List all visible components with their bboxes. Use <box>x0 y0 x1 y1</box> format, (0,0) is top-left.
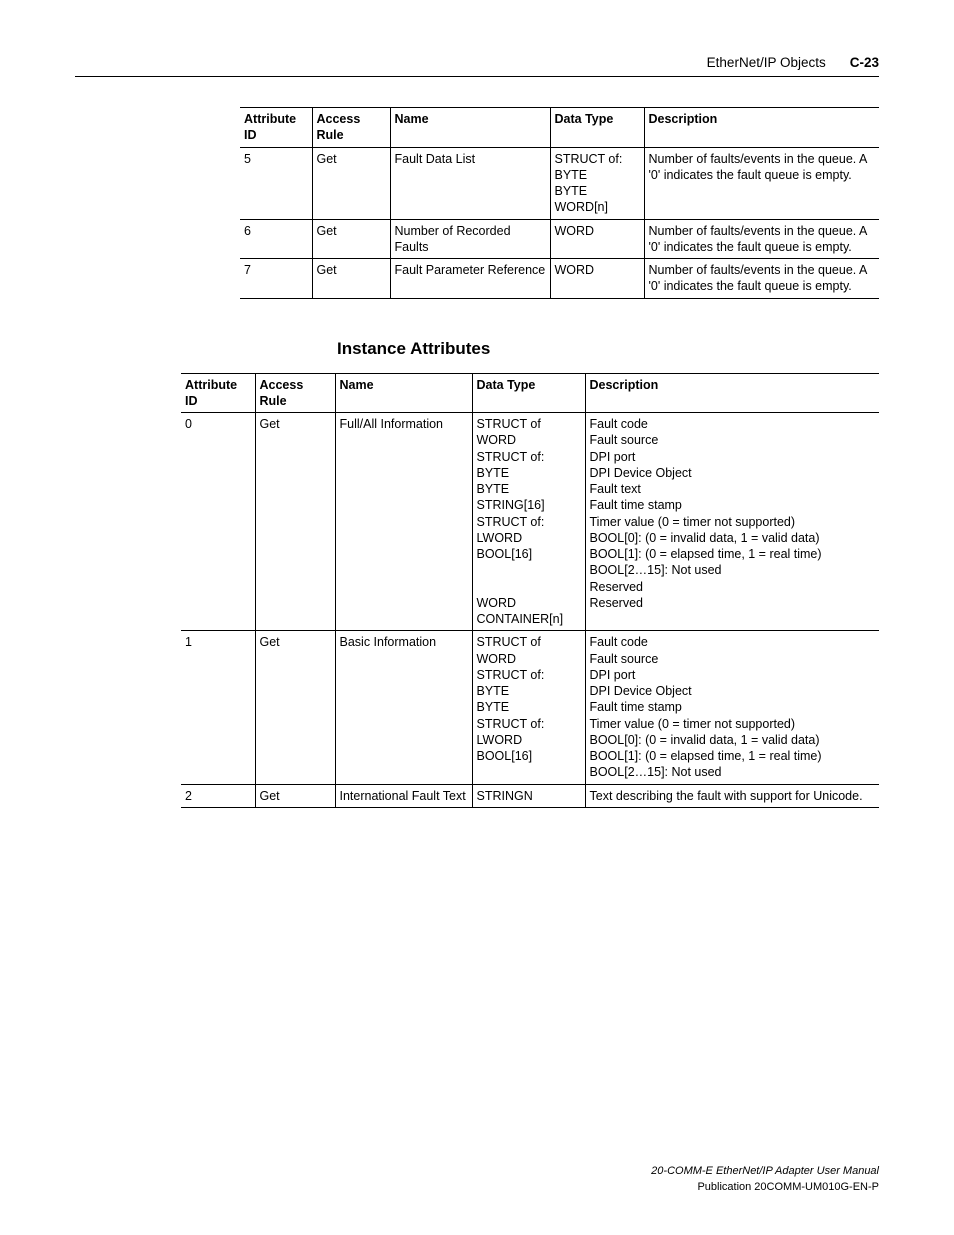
cell-name: Number of Recorded Faults <box>390 219 550 259</box>
table-row: 7 Get Fault Parameter Reference WORD Num… <box>240 259 879 299</box>
col-attr-id: Attribute ID <box>240 108 312 148</box>
cell-data-type: STRINGN <box>472 784 585 807</box>
instance-attributes-table: Attribute ID Access Rule Name Data Type … <box>181 373 879 808</box>
table-row: 6 Get Number of Recorded Faults WORD Num… <box>240 219 879 259</box>
table-header-row: Attribute ID Access Rule Name Data Type … <box>181 373 879 413</box>
cell-attr-id: 1 <box>181 631 255 784</box>
cell-access-rule: Get <box>255 631 335 784</box>
col-attr-id: Attribute ID <box>181 373 255 413</box>
cell-attr-id: 2 <box>181 784 255 807</box>
cell-description: Text describing the fault with support f… <box>585 784 879 807</box>
col-name: Name <box>335 373 472 413</box>
cell-description: Number of faults/events in the queue. A … <box>644 259 879 299</box>
table-row: 0 Get Full/All Information STRUCT of WOR… <box>181 413 879 631</box>
col-access-rule: Access Rule <box>255 373 335 413</box>
header-section-name: EtherNet/IP Objects <box>707 55 826 70</box>
table-row: 5 Get Fault Data List STRUCT of: BYTE BY… <box>240 147 879 219</box>
table-header-row: Attribute ID Access Rule Name Data Type … <box>240 108 879 148</box>
cell-name: Basic Information <box>335 631 472 784</box>
cell-attr-id: 6 <box>240 219 312 259</box>
cell-data-type: STRUCT of: BYTE BYTE WORD[n] <box>550 147 644 219</box>
col-name: Name <box>390 108 550 148</box>
cell-description: Number of faults/events in the queue. A … <box>644 219 879 259</box>
cell-access-rule: Get <box>255 784 335 807</box>
cell-access-rule: Get <box>312 219 390 259</box>
cell-name: Full/All Information <box>335 413 472 631</box>
col-description: Description <box>644 108 879 148</box>
page-header: EtherNet/IP Objects C-23 <box>75 55 879 77</box>
cell-description: Fault code Fault source DPI port DPI Dev… <box>585 413 879 631</box>
cell-data-type: WORD <box>550 219 644 259</box>
cell-data-type: WORD <box>550 259 644 299</box>
table-row: 1 Get Basic Information STRUCT of WORD S… <box>181 631 879 784</box>
footer-manual-title: 20-COMM-E EtherNet/IP Adapter User Manua… <box>651 1164 879 1179</box>
cell-data-type: STRUCT of WORD STRUCT of: BYTE BYTE STRI… <box>472 413 585 631</box>
cell-description: Fault code Fault source DPI port DPI Dev… <box>585 631 879 784</box>
col-data-type: Data Type <box>550 108 644 148</box>
page-footer: 20-COMM-E EtherNet/IP Adapter User Manua… <box>651 1164 879 1195</box>
cell-access-rule: Get <box>312 259 390 299</box>
cell-attr-id: 5 <box>240 147 312 219</box>
cell-name: Fault Parameter Reference <box>390 259 550 299</box>
cell-description: Number of faults/events in the queue. A … <box>644 147 879 219</box>
col-description: Description <box>585 373 879 413</box>
col-access-rule: Access Rule <box>312 108 390 148</box>
footer-publication-id: Publication 20COMM-UM010G-EN-P <box>651 1180 879 1195</box>
cell-attr-id: 7 <box>240 259 312 299</box>
cell-name: Fault Data List <box>390 147 550 219</box>
cell-attr-id: 0 <box>181 413 255 631</box>
col-data-type: Data Type <box>472 373 585 413</box>
cell-access-rule: Get <box>312 147 390 219</box>
section-heading-instance-attributes: Instance Attributes <box>337 339 879 359</box>
attributes-table-1: Attribute ID Access Rule Name Data Type … <box>240 107 879 299</box>
cell-name: International Fault Text <box>335 784 472 807</box>
header-page-number: C-23 <box>850 55 879 70</box>
cell-access-rule: Get <box>255 413 335 631</box>
cell-data-type: STRUCT of WORD STRUCT of: BYTE BYTE STRU… <box>472 631 585 784</box>
table-row: 2 Get International Fault Text STRINGN T… <box>181 784 879 807</box>
